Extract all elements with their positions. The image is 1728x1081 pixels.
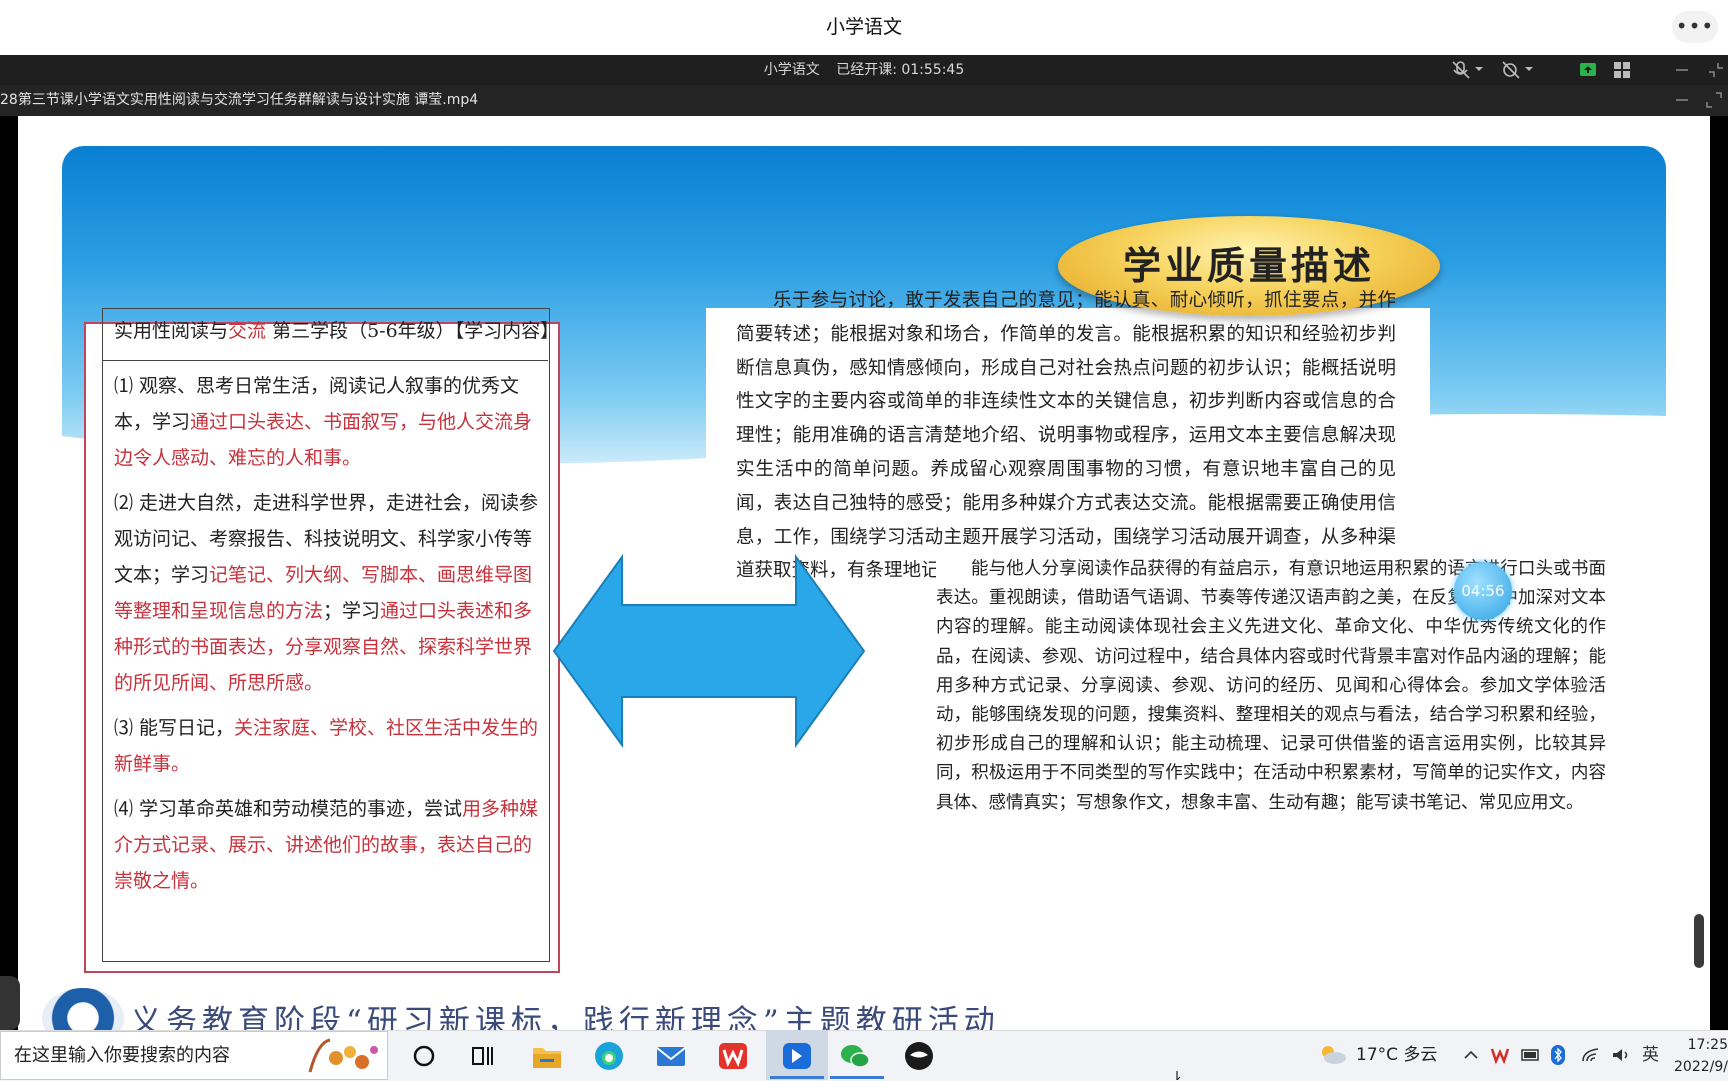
search-highlight-image — [308, 1038, 378, 1073]
slide-footer: 义务教育阶段“研习新课标，践行新理念”主题教研活动 — [130, 1004, 1000, 1030]
wechat-icon[interactable] — [838, 1040, 872, 1072]
app-title: 小学语文 — [825, 16, 902, 38]
minimize-icon[interactable] — [1672, 60, 1692, 80]
learning-content-item: ⑶ 能写日记，关注家庭、学校、社区生活中发生的新鲜事。 — [114, 710, 540, 782]
clock-time: 17:25 — [1687, 1037, 1728, 1053]
file-explorer-icon[interactable] — [530, 1040, 564, 1072]
video-file-name: 28第三节课小学语文实用性阅读与交流学习任务群解读与设计实施 谭莹.mp4 — [0, 92, 479, 108]
bluetooth-icon[interactable] — [1550, 1044, 1566, 1066]
weather-cloud-icon[interactable] — [1318, 1042, 1348, 1066]
side-panel-handle[interactable] — [0, 976, 20, 1030]
double-arrow-icon — [552, 553, 866, 749]
title-part-highlight: 交流 — [228, 320, 267, 342]
search-placeholder: 在这里输入你要搜索的内容 — [14, 1045, 230, 1066]
camera-dropdown-icon[interactable] — [1524, 64, 1534, 74]
wps-office-icon[interactable] — [716, 1040, 750, 1072]
clock-date: 2022/9/ — [1674, 1059, 1728, 1075]
mic-dropdown-icon[interactable] — [1474, 64, 1484, 74]
task-view-icon[interactable] — [470, 1043, 496, 1069]
timer-badge[interactable]: 04:56 — [1454, 562, 1512, 620]
item-text: ⑷ 学习革命英雄和劳动模范的事迹，尝试 — [114, 798, 463, 820]
camera-off-icon[interactable] — [1500, 60, 1522, 80]
learning-content-item: ⑷ 学习革命英雄和劳动模范的事迹，尝试用多种媒介方式记录、展示、讲述他们的故事，… — [114, 791, 540, 899]
presentation-slide: 学业质量描述 乐于参与讨论，敢于发表自己的意见；能认真、耐心倾听，抓住要点，并作… — [18, 116, 1710, 1030]
running-indicator — [830, 1076, 884, 1079]
learning-content-title: 实用性阅读与交流 第三学段（5-6年级）【学习内容】 — [114, 316, 559, 343]
learning-content-item: ⑴ 观察、思考日常生活，阅读记人叙事的优秀文本，学习通过口头表达、书面叙写，与他… — [114, 368, 540, 476]
volume-icon[interactable] — [1610, 1045, 1632, 1065]
mouse-cursor-icon — [1176, 1071, 1181, 1080]
item-text: ；学习 — [323, 600, 381, 622]
school-logo — [42, 988, 124, 1030]
tencent-meeting-icon[interactable] — [780, 1040, 814, 1072]
taskbar-clock[interactable]: 17:25 2022/9/ — [1668, 1031, 1728, 1078]
video-player[interactable]: 学业质量描述 乐于参与讨论，敢于发表自己的意见；能认真、耐心倾听，抓住要点，并作… — [0, 116, 1728, 1030]
video-fullscreen-icon[interactable] — [1704, 90, 1724, 110]
item-text: ⑶ 能写日记， — [114, 717, 235, 739]
layout-grid-icon[interactable] — [1612, 60, 1632, 80]
title-part: 第三学段（5-6年级）【学习内容】 — [266, 320, 560, 342]
learning-content-item: ⑵ 走进大自然，走进科学世界，走进社会，阅读参观访问记、考察报告、科技说明文、科… — [114, 485, 540, 701]
wifi-icon[interactable] — [1580, 1045, 1602, 1065]
quality-description-text: 乐于参与讨论，敢于发表自己的意见；能认真、耐心倾听，抓住要点，并作简要转述；能根… — [736, 284, 1396, 588]
screen-share-icon[interactable] — [1578, 60, 1598, 80]
scrollbar-thumb[interactable] — [1694, 914, 1704, 968]
title-part: 实用性阅读与 — [114, 320, 229, 342]
meeting-room-name: 小学语文 — [763, 62, 820, 78]
active-indicator — [770, 1076, 824, 1079]
learning-content-list: ⑴ 观察、思考日常生活，阅读记人叙事的优秀文本，学习通过口头表达、书面叙写，与他… — [114, 368, 540, 908]
mail-icon[interactable] — [654, 1040, 688, 1072]
more-options-button[interactable]: ••• — [1672, 11, 1718, 43]
input-method-indicator[interactable]: 英 — [1642, 1031, 1659, 1080]
quality-description-paragraph: 乐于参与讨论，敢于发表自己的意见；能认真、耐心倾听，抓住要点，并作简要转述；能根… — [736, 290, 1396, 582]
meeting-elapsed-time: 已经开课: 01:55:45 — [836, 62, 965, 78]
wps-tray-icon[interactable] — [1490, 1045, 1510, 1065]
weather-text[interactable]: 17°C 多云 — [1356, 1031, 1437, 1080]
edge-browser-icon[interactable] — [592, 1040, 626, 1072]
mic-muted-icon[interactable] — [1450, 60, 1472, 80]
collapse-icon[interactable] — [1706, 60, 1726, 80]
media-app-icon[interactable] — [902, 1040, 936, 1072]
video-minimize-icon[interactable] — [1672, 90, 1692, 110]
battery-icon[interactable] — [1520, 1045, 1542, 1065]
cortana-icon[interactable] — [411, 1043, 437, 1069]
chevron-up-icon[interactable] — [1462, 1046, 1480, 1064]
